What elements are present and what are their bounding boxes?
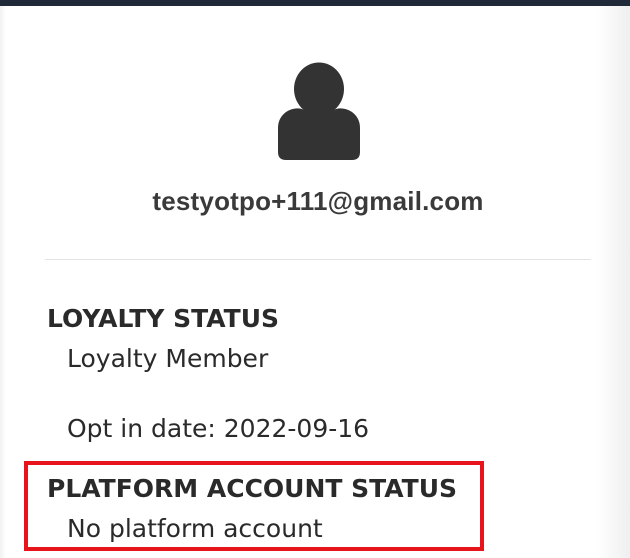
- opt-in-date: Opt in date: 2022-09-16: [67, 414, 370, 443]
- panel-left-edge: [0, 6, 6, 558]
- panel-right-edge: [596, 6, 630, 558]
- loyalty-status-value: Loyalty Member: [67, 344, 269, 373]
- profile-divider: [45, 259, 591, 260]
- customer-email: testyotpo+111@gmail.com: [152, 186, 484, 216]
- platform-account-status-heading: PLATFORM ACCOUNT STATUS: [47, 474, 458, 503]
- loyalty-status-heading: LOYALTY STATUS: [47, 304, 279, 333]
- user-silhouette-icon: [278, 62, 360, 160]
- platform-account-status-value: No platform account: [67, 514, 323, 543]
